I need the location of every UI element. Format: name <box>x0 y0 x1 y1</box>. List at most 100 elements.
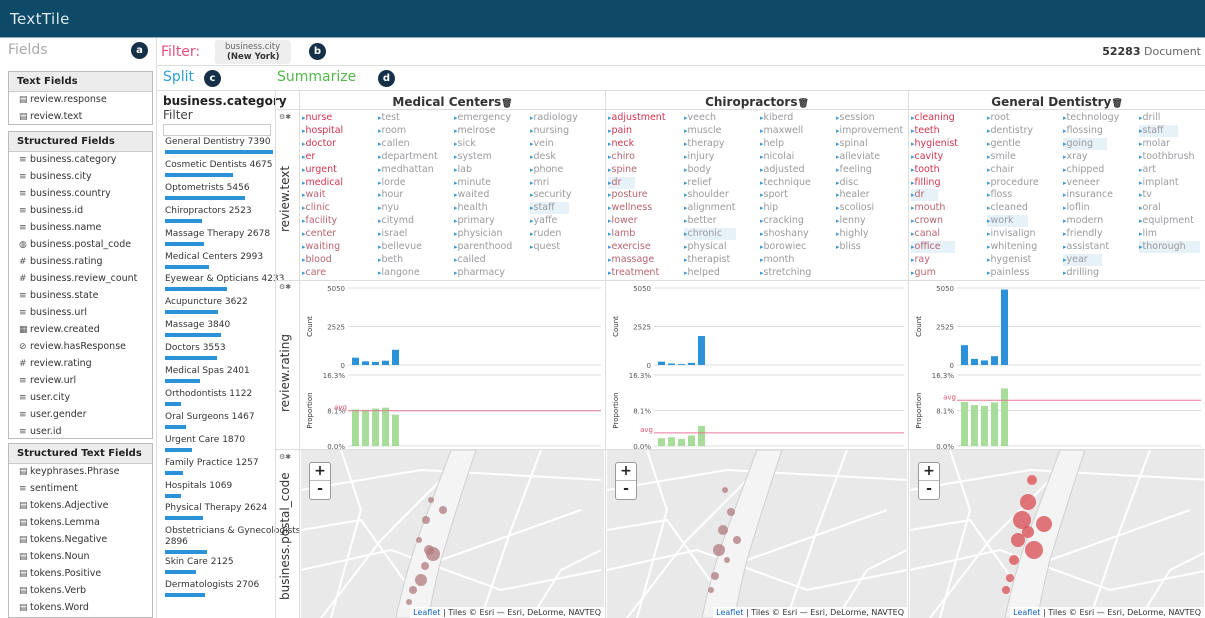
map-view[interactable]: + - Leaflet | Tiles © Esri — Esri, DeLorme… <box>301 450 604 618</box>
term-item[interactable]: ▸gentle <box>987 138 1021 150</box>
term-item[interactable]: ▸molar <box>1139 138 1170 150</box>
term-item[interactable]: ▸phone <box>530 164 563 176</box>
row-settings-icon[interactable]: ⚙✱ <box>279 453 291 461</box>
term-item[interactable]: ▸waited <box>454 189 489 201</box>
field-item[interactable]: ≡ sentiment <box>9 481 152 498</box>
field-item[interactable]: ≡ user.id <box>9 424 152 438</box>
term-item[interactable]: ▸melrose <box>454 125 496 137</box>
term-item[interactable]: ▸cleaning <box>911 112 955 124</box>
field-item[interactable]: ▤ tokens.Word <box>9 600 152 617</box>
term-item[interactable]: ▸quest <box>530 241 560 253</box>
term-item[interactable]: ▸cracking <box>760 215 804 227</box>
field-item[interactable]: ▤ review.response <box>9 92 152 109</box>
term-item[interactable]: ▸urgent <box>302 164 337 176</box>
term-item[interactable]: ▸lower <box>608 215 638 227</box>
trash-icon[interactable]: 🗑 <box>797 99 808 109</box>
term-item[interactable]: ▸cavity <box>911 151 943 163</box>
term-item[interactable]: ▸highly <box>836 228 869 240</box>
field-item[interactable]: ≡ business.city <box>9 169 152 186</box>
term-item[interactable]: ▸facility <box>302 215 337 227</box>
term-item[interactable]: ▸dr <box>911 189 939 202</box>
term-item[interactable]: ▸helped <box>684 267 720 279</box>
term-item[interactable]: ▸root <box>987 112 1010 124</box>
split-filter-input[interactable] <box>163 124 271 136</box>
term-item[interactable]: ▸chronic <box>684 228 737 241</box>
term-item[interactable]: ▸kiberd <box>760 112 793 124</box>
term-item[interactable]: ▸floss <box>987 189 1012 201</box>
term-item[interactable]: ▸hour <box>378 189 403 201</box>
map-view[interactable]: + - Leaflet | Tiles © Esri — Esri, DeLorme… <box>910 450 1204 618</box>
term-item[interactable]: ▸year <box>1063 253 1102 266</box>
term-item[interactable]: ▸bliss <box>836 241 861 253</box>
term-item[interactable]: ▸muscle <box>684 125 721 137</box>
term-item[interactable]: ▸spine <box>608 164 637 176</box>
term-item[interactable]: ▸massage <box>608 254 654 266</box>
term-item[interactable]: ▸staff <box>530 202 569 215</box>
term-item[interactable]: ▸crown <box>911 215 943 227</box>
term-item[interactable]: ▸blood <box>302 254 332 266</box>
field-item[interactable]: ≡ business.url <box>9 305 152 322</box>
term-item[interactable]: ▸exercise <box>608 241 651 253</box>
zoom-out-button[interactable]: - <box>616 481 636 499</box>
term-item[interactable]: ▸lim <box>1139 228 1157 240</box>
term-item[interactable]: ▸cleaned <box>987 202 1028 214</box>
field-item[interactable]: ⊘ review.hasResponse <box>9 339 152 356</box>
term-item[interactable]: ▸pain <box>608 125 632 137</box>
field-item[interactable]: ≡ business.name <box>9 220 152 237</box>
term-item[interactable]: ▸langone <box>378 267 420 279</box>
term-item[interactable]: ▸feeling <box>836 164 872 176</box>
term-item[interactable]: ▸dr <box>608 176 636 189</box>
term-item[interactable]: ▸room <box>378 125 406 137</box>
field-item[interactable]: ≡ business.id <box>9 203 152 220</box>
term-item[interactable]: ▸clinic <box>302 202 330 214</box>
term-item[interactable]: ▸department <box>378 151 438 163</box>
term-item[interactable]: ▸test <box>378 112 400 124</box>
field-item[interactable]: ▤ tokens.Positive <box>9 566 152 583</box>
zoom-out-button[interactable]: - <box>919 481 939 499</box>
term-item[interactable]: ▸canal <box>911 228 940 240</box>
row-settings-icon[interactable]: ⚙✱ <box>279 113 291 121</box>
field-item[interactable]: ▤ tokens.Adjective <box>9 498 152 515</box>
term-item[interactable]: ▸veneer <box>1063 177 1100 189</box>
zoom-in-button[interactable]: + <box>310 463 330 481</box>
term-item[interactable]: ▸radiology <box>530 112 578 124</box>
term-item[interactable]: ▸israel <box>378 228 407 240</box>
term-item[interactable]: ▸primary <box>454 215 495 227</box>
term-item[interactable]: ▸chair <box>987 164 1014 176</box>
term-item[interactable]: ▸stretching <box>760 267 811 279</box>
field-item[interactable]: ▦ review.created <box>9 322 152 339</box>
term-item[interactable]: ▸nurse <box>302 112 332 124</box>
field-item[interactable]: ▤ tokens.Noun <box>9 549 152 566</box>
term-item[interactable]: ▸session <box>836 112 875 124</box>
term-item[interactable]: ▸hospital <box>302 125 343 137</box>
term-item[interactable]: ▸medhattan <box>378 164 434 176</box>
term-item[interactable]: ▸sick <box>454 138 476 150</box>
term-item[interactable]: ▸care <box>302 267 326 279</box>
field-item[interactable]: ▤ tokens.Negative <box>9 532 152 549</box>
term-item[interactable]: ▸work <box>987 215 1028 228</box>
term-item[interactable]: ▸lab <box>454 164 472 176</box>
term-item[interactable]: ▸nursing <box>530 125 569 137</box>
term-item[interactable]: ▸veech <box>684 112 716 124</box>
term-item[interactable]: ▸health <box>454 202 488 214</box>
field-item[interactable]: # business.review_count <box>9 271 152 288</box>
field-item[interactable]: ▤ review.text <box>9 109 152 124</box>
term-item[interactable]: ▸technology <box>1063 112 1119 124</box>
field-item[interactable]: ▤ keyphrases.Phrase <box>9 464 152 481</box>
term-item[interactable]: ▸healer <box>836 189 870 201</box>
trash-icon[interactable]: 🗑 <box>1111 99 1122 109</box>
term-item[interactable]: ▸gum <box>911 267 936 279</box>
term-item[interactable]: ▸doctor <box>302 138 336 150</box>
row-settings-icon[interactable]: ⚙✱ <box>279 283 291 291</box>
term-item[interactable]: ▸drill <box>1139 112 1160 124</box>
term-item[interactable]: ▸ruden <box>530 228 561 240</box>
term-item[interactable]: ▸tv <box>1139 189 1152 201</box>
term-item[interactable]: ▸emergency <box>454 112 511 124</box>
term-item[interactable]: ▸therapy <box>684 138 725 150</box>
term-item[interactable]: ▸vein <box>530 138 554 150</box>
term-item[interactable]: ▸borowiec <box>760 241 806 253</box>
term-item[interactable]: ▸teeth <box>911 125 940 137</box>
term-item[interactable]: ▸hygienist <box>911 138 958 150</box>
zoom-in-button[interactable]: + <box>616 463 636 481</box>
term-item[interactable]: ▸tooth <box>911 164 940 176</box>
